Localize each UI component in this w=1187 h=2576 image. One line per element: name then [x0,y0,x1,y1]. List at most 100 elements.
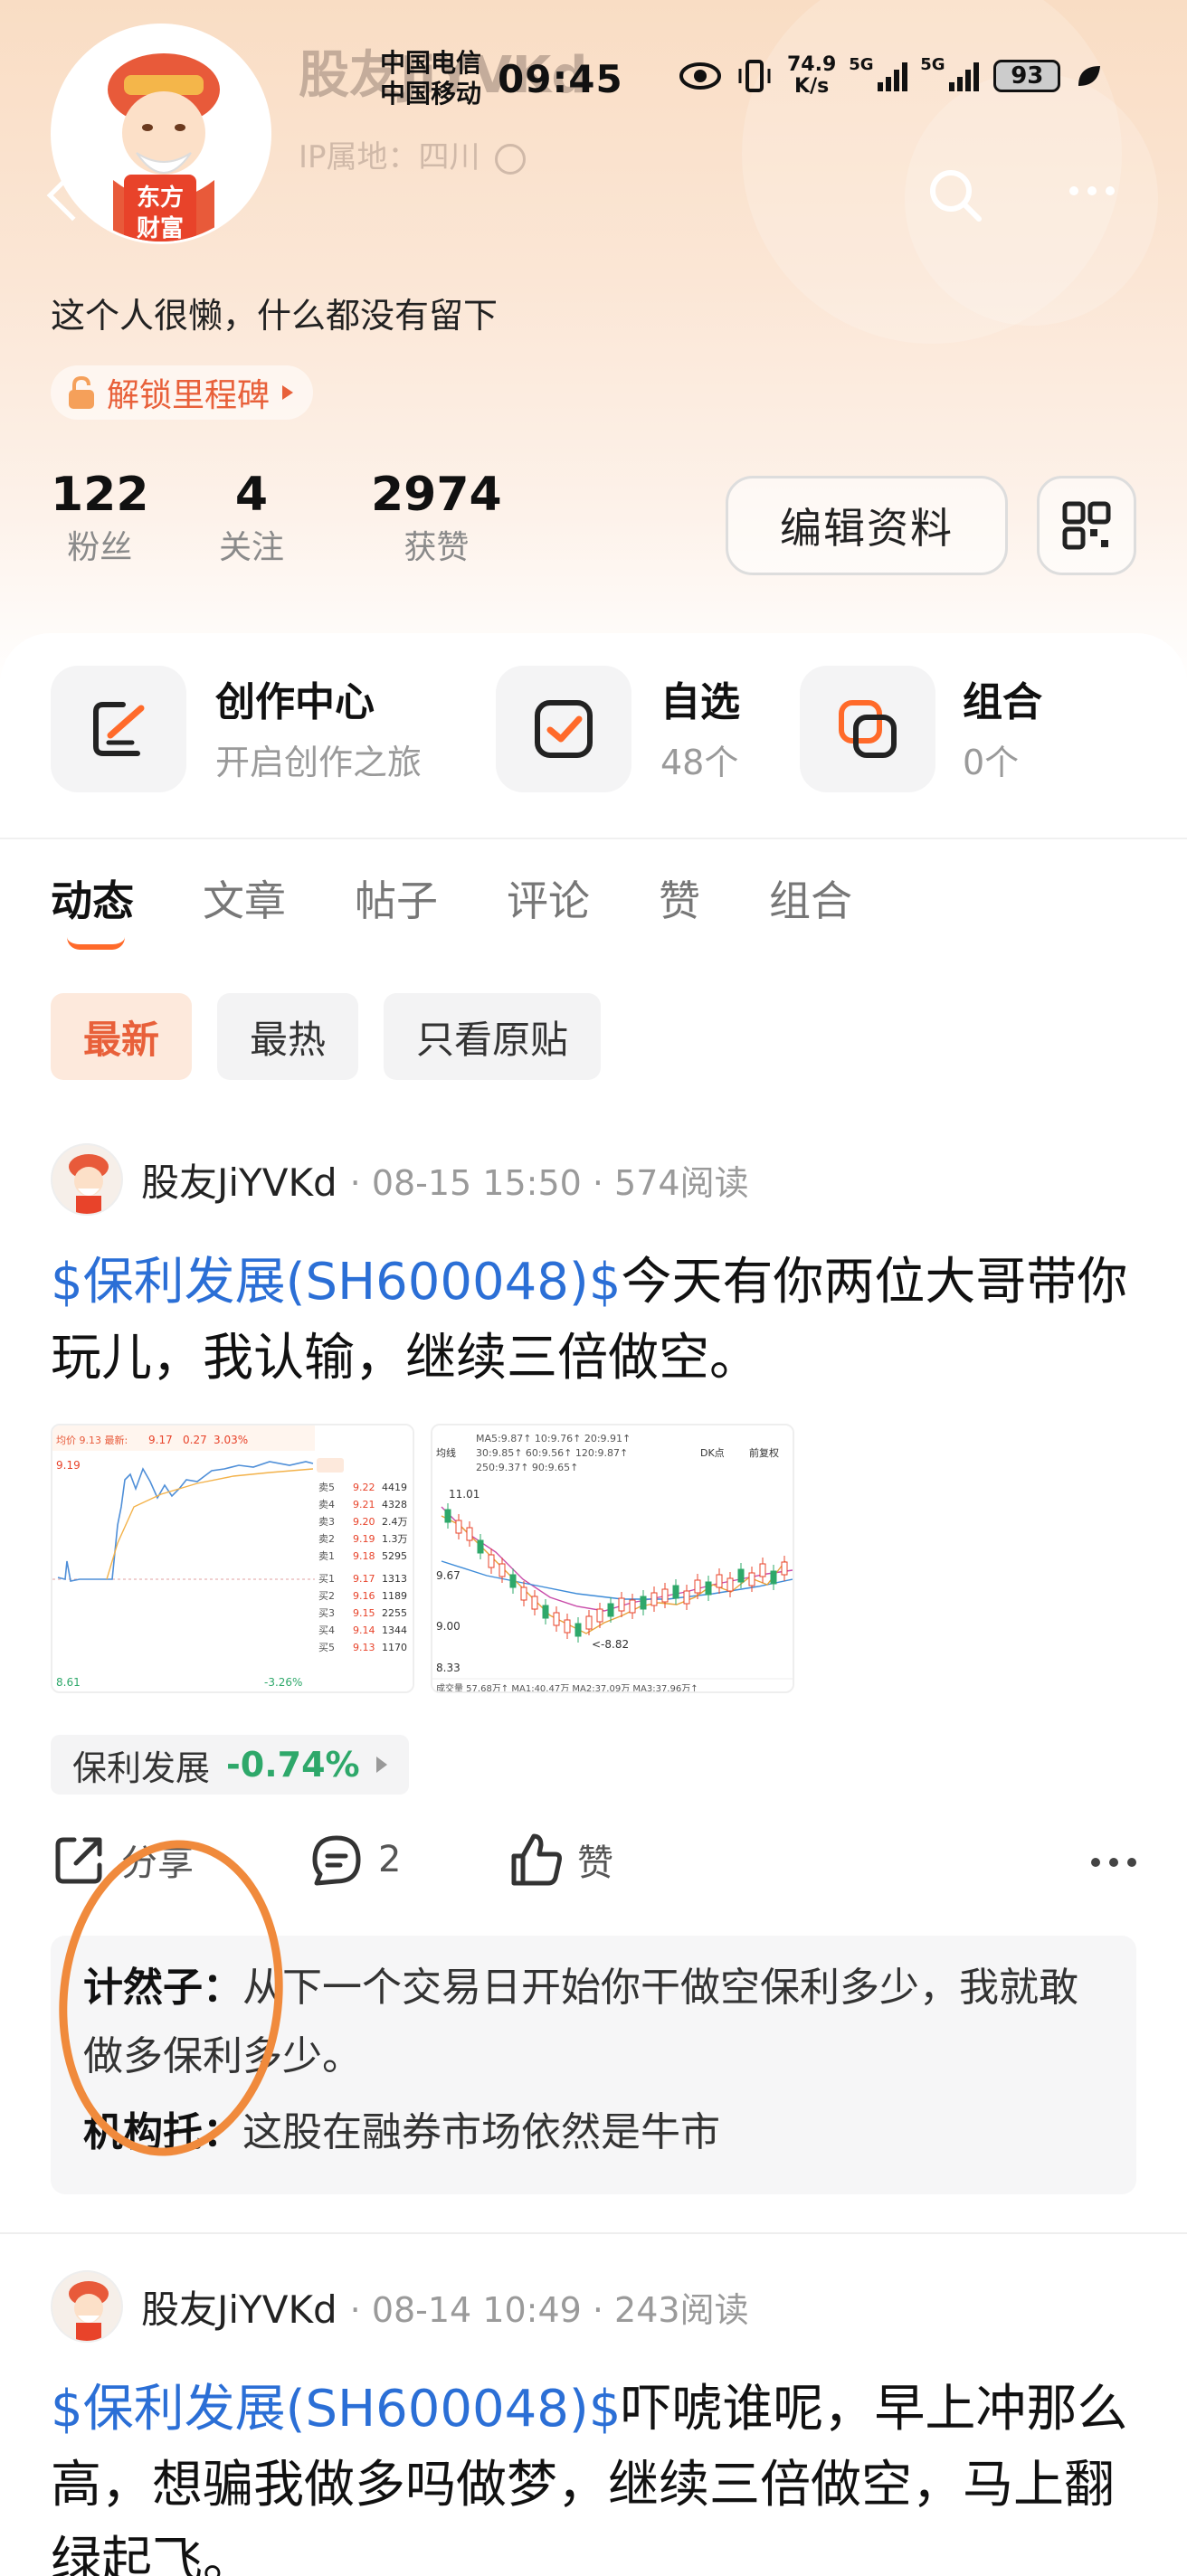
kline-candle [488,1554,495,1568]
edit-profile-button[interactable]: 编辑资料 [726,476,1008,575]
tab-dynamics[interactable]: 动态 [51,868,134,950]
creation-center-title: 创作中心 [215,679,375,725]
stock-link[interactable]: $保利发展(SH600048)$ [51,1253,621,1312]
stock-link[interactable]: $保利发展(SH600048)$ [51,2380,621,2439]
filter-original-only[interactable]: 只看原贴 [384,993,602,1080]
post-body[interactable]: $保利发展(SH600048)$吓唬谁呢，早上冲那么高，想骗我做多吗做梦，继续三… [51,2372,1136,2576]
order-book-cell: 4328 [382,1499,407,1511]
kline-candle [661,1588,669,1603]
kline-candle [705,1581,712,1596]
stat-value: 4 [234,468,269,522]
order-book-cell: 卖3 [318,1516,335,1528]
intraday-chart-graphic: 均价 9.13 最新: 9.17 0.27 3.03% 9.19 8.61 -3… [52,1425,413,1691]
kline-candle [596,1608,603,1623]
chart-low-label: 8.61 [56,1676,81,1689]
profile-avatar[interactable]: 东方 财富 [51,24,271,244]
lock-icon [69,375,94,409]
chart-last-price: 9.17 [148,1434,173,1446]
kline-candle [444,1509,451,1523]
kline-candle [509,1574,517,1588]
order-book-cell: 1313 [382,1573,407,1585]
kline-btn-adjust: 前复权 [749,1446,779,1459]
checkbox-icon [535,700,593,758]
signal-2-label: 5G [920,55,945,74]
tab-likes[interactable]: 赞 [659,868,700,928]
tab-posts[interactable]: 帖子 [355,868,438,928]
post-image-intraday-chart[interactable]: 均价 9.13 最新: 9.17 0.27 3.03% 9.19 8.61 -3… [51,1424,414,1693]
avatar-logo-line1: 东方 [137,184,184,212]
stat-following[interactable]: 4 关注 [219,465,284,572]
creation-center-sub: 开启创作之旅 [215,743,423,782]
stock-tag-name: 保利发展 [72,1747,211,1788]
author-avatar[interactable] [51,1143,123,1216]
author-name[interactable]: 股友JiYVKd [141,1152,337,1208]
qr-code-icon [1062,501,1111,550]
kline-candle [585,1615,593,1630]
kline-candle [683,1590,690,1605]
order-book-cell: 1189 [382,1590,407,1602]
kline-bottom-label: 8.33 [436,1662,461,1674]
ip-location: IP属地：四川 [299,132,527,176]
filter-latest[interactable]: 最新 [51,993,193,1080]
kline-candle [499,1563,506,1577]
comment-button[interactable]: 2 [308,1831,401,1889]
watchlist-button[interactable] [496,666,631,792]
kline-candle [650,1592,658,1606]
author-avatar[interactable] [51,2270,123,2343]
tab-label: 动态 [51,876,134,925]
post-meta: · 08-15 15:50 · 574阅读 [349,1162,749,1203]
order-book-cell: 2.4万 [382,1516,408,1528]
signal-2-icon: 5G [920,55,980,91]
kline-candle [770,1570,777,1585]
post-body[interactable]: $保利发展(SH600048)$今天有你两位大哥带你玩儿，我认输，继续三倍做空。 [51,1245,1136,1397]
creation-center-button[interactable] [51,666,186,792]
kline-candle [607,1603,614,1617]
stat-label: 粉丝 [67,529,133,566]
search-icon[interactable] [926,166,984,224]
tab-articles[interactable]: 文章 [203,868,286,928]
qr-code-button[interactable] [1037,476,1136,575]
stock-tag[interactable]: 保利发展 -0.74% [51,1735,409,1795]
post-meta: · 08-14 10:49 · 243阅读 [349,2289,749,2330]
order-book-cell: 买2 [318,1590,335,1602]
share-icon [55,1837,102,1884]
kline-candle [477,1539,484,1554]
order-book-cell: 9.15 [353,1607,375,1619]
order-book-cell: 买4 [318,1624,335,1636]
kline-ma-line2: 30:9.85↑ 60:9.56↑ 120:9.87↑ [476,1447,628,1459]
signal-1-icon: 5G [849,55,908,91]
post-header: 股友JiYVKd · 08-14 10:49 · 243阅读 [51,2270,749,2343]
filter-hottest[interactable]: 最热 [217,993,359,1080]
order-book-cell: 买3 [318,1607,335,1619]
milestone-button[interactable]: 解锁里程碑 [51,365,314,420]
milestone-label: 解锁里程碑 [107,377,271,414]
edit-pen-icon [93,702,145,756]
kline-chart-graphic: MA5:9.87↑ 10:9.76↑ 20:9.91↑ 30:9.85↑ 60:… [432,1425,793,1691]
info-icon[interactable] [495,143,527,175]
tab-portfolio[interactable]: 组合 [769,868,852,928]
kline-btn-ma: 均线 [436,1446,456,1459]
post-image-kline-chart[interactable]: MA5:9.87↑ 10:9.76↑ 20:9.91↑ 30:9.85↑ 60:… [431,1424,794,1693]
carrier-names: 中国电信 中国移动 [380,48,481,109]
chart-high-label: 9.19 [56,1459,81,1472]
order-book-cell: 9.21 [353,1499,375,1511]
order-book-cell: 1344 [382,1624,407,1636]
kline-candle [520,1586,527,1601]
filter-chips: 最新 最热 只看原贴 [51,993,602,1080]
stat-likes[interactable]: 2974 获赞 [371,465,502,572]
author-name[interactable]: 股友JiYVKd [141,2279,337,2334]
net-speed-value: 74.9 [787,53,837,76]
tab-comments[interactable]: 评论 [507,868,590,928]
kline-min-marker: <-8.82 [592,1638,629,1651]
more-options-icon[interactable] [1069,186,1115,195]
more-options-icon[interactable] [1091,1858,1136,1867]
watchlist-sub: 48个 [660,743,739,782]
kline-ma-line3: 250:9.37↑ 90:9.65↑ [476,1462,578,1473]
kline-btn-dk: DK点 [700,1447,725,1459]
order-book-cell: 4419 [382,1482,407,1493]
carrier-1: 中国电信 [380,48,482,78]
like-button[interactable]: 赞 [507,1831,613,1889]
kline-candle [466,1527,473,1541]
portfolio-button[interactable] [800,666,935,792]
stat-followers[interactable]: 122 粉丝 [51,465,149,572]
